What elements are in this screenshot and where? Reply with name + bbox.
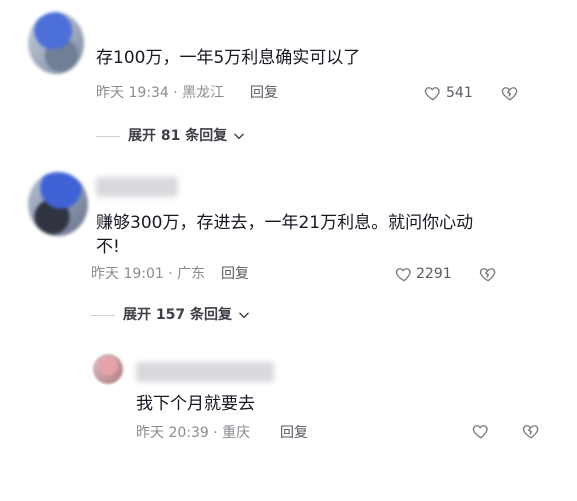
- comment-location: 广东: [177, 266, 206, 282]
- reply-location: 重庆: [222, 425, 251, 441]
- reply-meta: 昨天 20:39 · 重庆: [136, 424, 250, 442]
- username-blurred: [96, 177, 178, 197]
- like-count: 2291: [416, 266, 452, 282]
- reply-button[interactable]: 回复: [250, 84, 278, 102]
- avatar[interactable]: [93, 354, 123, 384]
- comment-time: 昨天 19:34: [96, 85, 169, 101]
- separator: ·: [213, 425, 218, 441]
- separator: ·: [168, 266, 173, 282]
- divider-dash: [91, 315, 115, 316]
- broken-heart-icon[interactable]: [522, 422, 540, 440]
- reply-button[interactable]: 回复: [280, 424, 308, 442]
- reply-text: 我下个月就要去: [136, 394, 255, 414]
- divider-dash: [96, 136, 120, 137]
- comment-meta: 昨天 19:01 · 广东: [91, 265, 205, 283]
- broken-heart-icon[interactable]: [501, 84, 519, 102]
- avatar[interactable]: [28, 12, 84, 74]
- expand-replies-button[interactable]: 展开 157 条回复: [123, 306, 251, 324]
- expand-label: 展开 157 条回复: [123, 307, 232, 323]
- chevron-down-icon: [232, 129, 246, 143]
- heart-outline-icon[interactable]: [395, 265, 413, 283]
- separator: ·: [173, 85, 178, 101]
- chevron-down-icon: [237, 308, 251, 322]
- comment-text: 存100万，一年5万利息确实可以了: [96, 48, 361, 68]
- expand-replies-button[interactable]: 展开 81 条回复: [128, 127, 246, 145]
- comment-meta: 昨天 19:34 · 黑龙江: [96, 84, 224, 102]
- username-blurred: [136, 362, 274, 382]
- comment-text: 赚够300万，存进去，一年21万利息。就问你心动: [96, 213, 474, 233]
- heart-outline-icon[interactable]: [424, 84, 442, 102]
- reply-time: 昨天 20:39: [136, 425, 209, 441]
- like-count: 541: [446, 85, 473, 101]
- comment-text-continued: 不!: [96, 237, 120, 257]
- comment-location: 黑龙江: [182, 85, 225, 101]
- heart-outline-icon[interactable]: [472, 422, 490, 440]
- broken-heart-icon[interactable]: [479, 265, 497, 283]
- reply-button[interactable]: 回复: [221, 265, 249, 283]
- expand-label: 展开 81 条回复: [128, 128, 228, 144]
- avatar[interactable]: [28, 172, 88, 236]
- comment-time: 昨天 19:01: [91, 266, 164, 282]
